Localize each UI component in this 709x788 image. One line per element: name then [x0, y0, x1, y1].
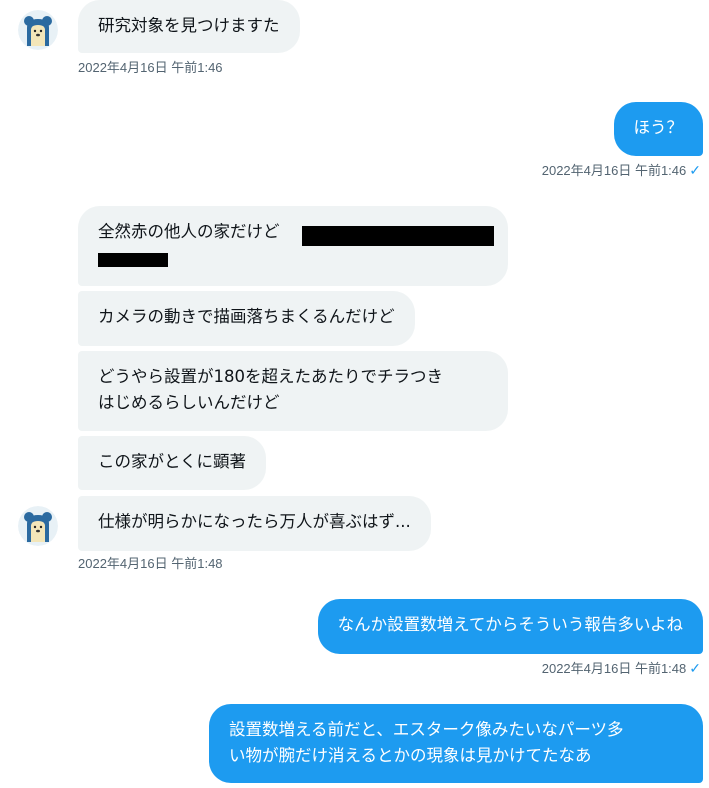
message-text-line: はじめるらしいんだけど: [98, 393, 280, 412]
message-text-line: 設置数増える前だと、エスターク像みたいなパーツ多: [229, 720, 624, 739]
redaction-block: [302, 226, 494, 246]
message-bubble-received[interactable]: どうやら設置が180を超えたあたりでチラつき はじめるらしいんだけど: [78, 351, 508, 431]
checkmark-icon: ✓: [689, 162, 701, 178]
message-text: この家がとくに顕著: [98, 452, 247, 471]
message-text-line: い物が腕だけ消えるとかの現象は見かけてたなあ: [229, 746, 592, 765]
message-timestamp[interactable]: 2022年4月16日 午前1:48: [78, 555, 223, 573]
message-bubble-received[interactable]: カメラの動きで描画落ちまくるんだけど: [78, 291, 415, 346]
message-text: ほう？: [633, 118, 684, 137]
message-timestamp: 2022年4月16日 午前1:48: [541, 661, 687, 676]
message-bubble-sent[interactable]: なんか設置数増えてからそういう報告多いよね: [317, 599, 703, 654]
redaction-block: [98, 253, 168, 267]
message-text: 仕様が明らかになったら万人が喜ぶはず...: [98, 512, 411, 531]
message-text: カメラの動きで描画落ちまくるんだけど: [98, 307, 395, 326]
message-timestamp-read[interactable]: 2022年4月16日 午前1:46 ✓: [542, 161, 701, 180]
bear-avatar-icon[interactable]: [18, 506, 58, 546]
message-text: 研究対象を見つけますた: [98, 16, 280, 35]
message-timestamp-read[interactable]: 2022年4月16日 午前1:48 ✓: [542, 659, 701, 678]
message-bubble-received[interactable]: 研究対象を見つけますた: [78, 0, 300, 53]
message-bubble-received[interactable]: 仕様が明らかになったら万人が喜ぶはず...: [78, 496, 431, 551]
message-text-line: どうやら設置が180を超えたあたりでチラつき: [98, 367, 443, 386]
message-bubble-sent[interactable]: ほう？: [613, 102, 703, 156]
message-timestamp[interactable]: 2022年4月16日 午前1:46: [78, 59, 223, 77]
message-bubble-sent[interactable]: 設置数増える前だと、エスターク像みたいなパーツ多 い物が腕だけ消えるとかの現象は…: [209, 704, 703, 783]
message-bubble-received[interactable]: この家がとくに顕著: [78, 436, 267, 490]
checkmark-icon: ✓: [689, 660, 701, 676]
message-text: なんか設置数増えてからそういう報告多いよね: [337, 615, 683, 634]
message-timestamp: 2022年4月16日 午前1:46: [541, 163, 687, 178]
message-bubble-received[interactable]: 全然赤の他人の家だけど: [78, 206, 508, 286]
bear-avatar-icon[interactable]: [18, 10, 58, 50]
